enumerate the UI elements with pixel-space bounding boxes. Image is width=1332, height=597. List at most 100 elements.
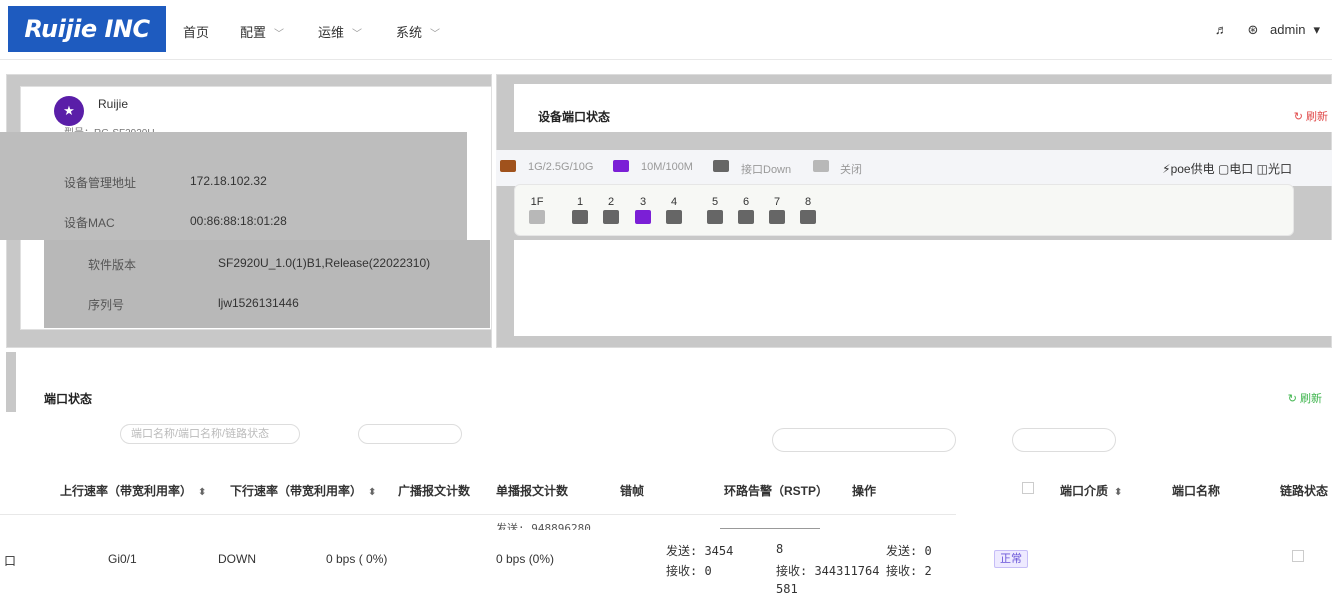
- port-label-5: 5: [711, 196, 719, 208]
- label-software-version: 软件版本: [88, 258, 137, 272]
- port-6[interactable]: [738, 210, 754, 224]
- port-label-4: 4: [670, 196, 678, 208]
- port-label-8: 8: [804, 196, 812, 208]
- chevron-down-icon: ﹀: [274, 29, 285, 40]
- col-link-status: 链路状态: [1280, 484, 1329, 498]
- port-5[interactable]: [707, 210, 723, 224]
- refresh-icon: ↻: [1287, 393, 1300, 405]
- fiber-port-icon: ◫: [1256, 162, 1268, 176]
- value-mgmt-address: 172.18.102.32: [190, 174, 267, 188]
- legend-closed: 关闭: [840, 164, 862, 176]
- value-software-version: SF2920U_1.0(1)B1,Release(22022310): [218, 256, 431, 270]
- label-mgmt-address: 设备管理地址: [64, 176, 137, 190]
- caret-down-icon: ▾: [1313, 22, 1320, 37]
- legend-swatch-down: [713, 160, 729, 172]
- row-checkbox[interactable]: [1292, 550, 1304, 562]
- star-icon: ★: [54, 96, 84, 126]
- port-label-7: 7: [773, 196, 781, 208]
- nav-system[interactable]: 系统 ﹀: [396, 22, 440, 41]
- username: admin: [1270, 22, 1306, 37]
- col-action: 操作: [852, 484, 877, 498]
- legend-gigabit: 1G/2.5G/10G: [528, 161, 594, 173]
- col-unicast: 单播报文计数: [496, 484, 569, 498]
- port-panel-body: [514, 240, 1332, 336]
- port-2[interactable]: [603, 210, 619, 224]
- port-7[interactable]: [769, 210, 785, 224]
- port-8[interactable]: [800, 210, 816, 224]
- cell-error-send: 发送: 0: [886, 544, 932, 558]
- select-all-checkbox[interactable]: [1022, 482, 1034, 494]
- port-label-6: 6: [742, 196, 750, 208]
- top-navigation-bar: Ruijie INC 首页 配置 ﹀ 运维 ﹀ 系统 ﹀ ♬ ⊛ admin ▾: [0, 0, 1332, 60]
- cell-broadcast-send: 发送: 3454: [666, 544, 734, 558]
- port-type-legend: ⚡poe供电 ▢电口 ◫光口: [1162, 162, 1292, 176]
- port-1[interactable]: [572, 210, 588, 224]
- legend-swatch-gigabit: [500, 160, 516, 172]
- port-status-title: 端口状态: [44, 392, 93, 406]
- device-name: Ruijie: [98, 97, 129, 111]
- refresh-button[interactable]: ↻ 刷新: [1294, 108, 1328, 124]
- sort-icon[interactable]: ⬍: [1114, 487, 1122, 498]
- value-mac: 00:86:88:18:01:28: [190, 214, 287, 228]
- headset-icon[interactable]: ♬: [1215, 22, 1228, 37]
- search-input[interactable]: 端口名称/端口名称/链路状态: [120, 424, 300, 444]
- cell-error-recv: 接收: 2: [886, 564, 932, 578]
- port-label-1f: 1F: [530, 196, 544, 208]
- cell-broadcast-recv: 接收: 0: [666, 564, 712, 578]
- cell-unicast-recv-tail: 581: [776, 582, 798, 596]
- legend-down: 接口Down: [741, 164, 792, 176]
- port-label-2: 2: [607, 196, 615, 208]
- nav-operations[interactable]: 运维 ﹀: [318, 22, 362, 41]
- port-3[interactable]: [635, 210, 651, 224]
- user-menu[interactable]: ⊛ admin ▾: [1240, 22, 1320, 37]
- filter-button[interactable]: [358, 424, 462, 444]
- chevron-down-icon: ﹀: [430, 29, 441, 40]
- port-panel-header: [514, 84, 1332, 132]
- status-badge: 正常: [994, 550, 1028, 568]
- col-loop-alarm: 环路告警（RSTP）: [724, 484, 829, 498]
- cell-medium: 口: [4, 554, 17, 568]
- user-area: ♬ ⊛ admin ▾: [1207, 22, 1320, 38]
- col-error-frame: 错帧: [620, 484, 645, 498]
- col-down-rate[interactable]: 下行速率（带宽利用率） ⬍: [230, 482, 376, 499]
- refresh-button[interactable]: ↻ 刷新: [1288, 390, 1322, 406]
- cell-unicast-send: 8: [776, 542, 784, 556]
- label-serial: 序列号: [88, 298, 125, 312]
- legend-swatch-closed: [813, 160, 829, 172]
- sort-icon[interactable]: ⬍: [368, 487, 376, 498]
- search-input-secondary[interactable]: [772, 428, 956, 452]
- cell-down-rate: 0 bps (0%): [496, 552, 555, 566]
- brand-logo: Ruijie INC: [8, 6, 166, 52]
- chevron-down-icon: ﹀: [352, 29, 363, 40]
- value-serial: ljw1526131446: [218, 296, 299, 310]
- port-4[interactable]: [666, 210, 682, 224]
- col-port-name: 端口名称: [1172, 484, 1221, 498]
- refresh-icon: ↻: [1293, 111, 1306, 123]
- col-broadcast: 广播报文计数: [398, 484, 471, 498]
- legend-fast: 10M/100M: [641, 161, 693, 173]
- sort-icon[interactable]: ⬍: [198, 487, 206, 498]
- user-icon: ⊛: [1247, 22, 1259, 37]
- divider: [720, 528, 820, 529]
- port-label-3: 3: [639, 196, 647, 208]
- nav-home[interactable]: 首页: [183, 22, 209, 41]
- cell-unicast-recv: 接收: 344311764: [776, 564, 880, 578]
- poe-icon: ⚡: [1162, 162, 1171, 176]
- device-info-overlay-lower: [44, 240, 490, 328]
- col-medium[interactable]: 端口介质 ⬍: [1060, 482, 1122, 499]
- cell-port: Gi0/1: [108, 552, 137, 566]
- port-label-1: 1: [576, 196, 584, 208]
- port-panel-title: 设备端口状态: [538, 110, 611, 124]
- header-divider: [0, 514, 956, 515]
- nav-config[interactable]: 配置 ﹀: [240, 22, 284, 41]
- col-up-rate[interactable]: 上行速率（带宽利用率） ⬍: [60, 482, 206, 499]
- electric-port-icon: ▢: [1217, 162, 1230, 176]
- port-1f[interactable]: [529, 210, 545, 224]
- filter-pill[interactable]: [1012, 428, 1116, 452]
- label-mac: 设备MAC: [64, 216, 115, 230]
- cell-unicast-send-clipped: 发送: 948896280: [496, 522, 591, 530]
- port-status-section: [6, 352, 1332, 597]
- legend-swatch-fast: [613, 160, 629, 172]
- section-edge: [6, 352, 16, 412]
- port-diagram: [514, 184, 1294, 236]
